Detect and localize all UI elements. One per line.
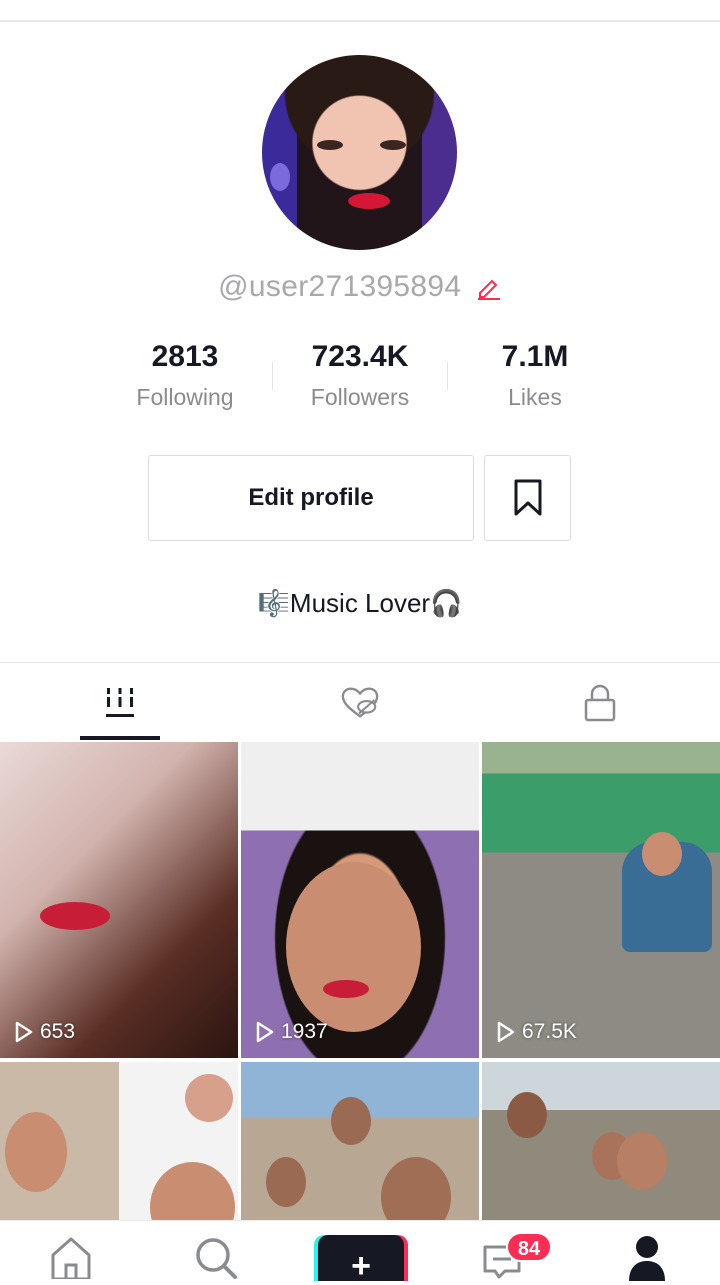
likes-label: Likes	[508, 384, 562, 410]
thumbnail-detail	[185, 1074, 233, 1122]
avatar-detail	[380, 140, 406, 150]
profile-icon	[629, 1236, 665, 1281]
inbox-badge: 84	[506, 1232, 552, 1262]
thumbnail-detail	[507, 1092, 547, 1138]
create-button: +	[318, 1235, 404, 1285]
tab-private[interactable]	[580, 683, 620, 723]
play-icon	[497, 1021, 515, 1043]
tabs-divider	[0, 662, 720, 663]
video-thumbnail[interactable]	[0, 1062, 238, 1220]
stat-likes[interactable]: 7.1M Likes	[445, 340, 625, 411]
stats-divider	[447, 362, 448, 390]
favorites-button[interactable]	[484, 455, 571, 541]
stats-divider	[272, 362, 273, 390]
thumbnail-detail	[331, 1097, 371, 1145]
play-icon	[256, 1021, 274, 1043]
thumbnail-detail	[323, 980, 369, 998]
active-tab-indicator	[80, 736, 160, 740]
videos-grid-icon	[106, 688, 134, 717]
video-grid: 653 1937 67.5K	[0, 742, 720, 1220]
thumbnail-detail	[150, 1162, 235, 1220]
avatar-detail	[348, 193, 390, 209]
create-icon: +	[351, 1247, 371, 1285]
view-count: 653	[14, 1020, 75, 1044]
edit-pencil-icon[interactable]	[476, 274, 502, 300]
stat-following[interactable]: 2813 Following	[95, 340, 275, 411]
following-label: Following	[136, 384, 234, 410]
thumbnail-detail	[286, 862, 421, 1032]
profile-bio: 🎼Music Lover🎧	[257, 588, 463, 618]
thumbnail-detail	[381, 1157, 451, 1220]
view-count-text: 67.5K	[522, 1020, 577, 1043]
play-icon	[15, 1021, 33, 1043]
home-icon	[51, 1237, 91, 1279]
thumbnail-detail	[266, 1157, 306, 1207]
top-divider	[0, 0, 720, 22]
thumbnail-detail	[40, 902, 110, 930]
video-thumbnail[interactable]: 653	[0, 742, 238, 1058]
avatar-detail	[270, 163, 290, 191]
view-count: 1937	[255, 1020, 328, 1044]
username: @user271395894	[218, 270, 462, 303]
view-count-text: 1937	[281, 1020, 328, 1043]
video-thumbnail[interactable]: 67.5K	[482, 742, 720, 1058]
nav-home[interactable]	[46, 1235, 96, 1281]
thumbnail-detail	[642, 832, 682, 876]
video-thumbnail[interactable]	[241, 1062, 479, 1220]
nav-profile[interactable]	[622, 1235, 672, 1281]
edit-profile-button[interactable]: Edit profile	[148, 455, 474, 541]
video-thumbnail[interactable]: 1937	[241, 742, 479, 1058]
profile-avatar[interactable]	[262, 55, 457, 250]
bookmark-icon	[514, 479, 541, 516]
followers-label: Followers	[310, 384, 410, 410]
nav-create[interactable]: +	[318, 1235, 404, 1285]
tab-liked[interactable]	[340, 683, 380, 723]
username-row: @user271395894	[0, 270, 720, 304]
likes-count: 7.1M	[501, 340, 569, 373]
bottom-navigation: +	[0, 1220, 720, 1285]
stat-followers[interactable]: 723.4K Followers	[270, 340, 450, 411]
video-thumbnail[interactable]	[482, 1062, 720, 1220]
private-lock-icon	[584, 684, 616, 722]
following-count: 2813	[151, 340, 219, 373]
thumbnail-detail	[617, 1132, 667, 1190]
view-count: 67.5K	[496, 1020, 577, 1044]
liked-hidden-icon	[341, 687, 379, 718]
nav-discover[interactable]	[190, 1235, 240, 1281]
avatar-detail	[317, 140, 343, 150]
search-icon	[196, 1238, 237, 1279]
followers-count: 723.4K	[311, 340, 409, 373]
tab-videos[interactable]	[100, 683, 140, 723]
view-count-text: 653	[40, 1020, 76, 1043]
thumbnail-detail	[5, 1112, 67, 1192]
